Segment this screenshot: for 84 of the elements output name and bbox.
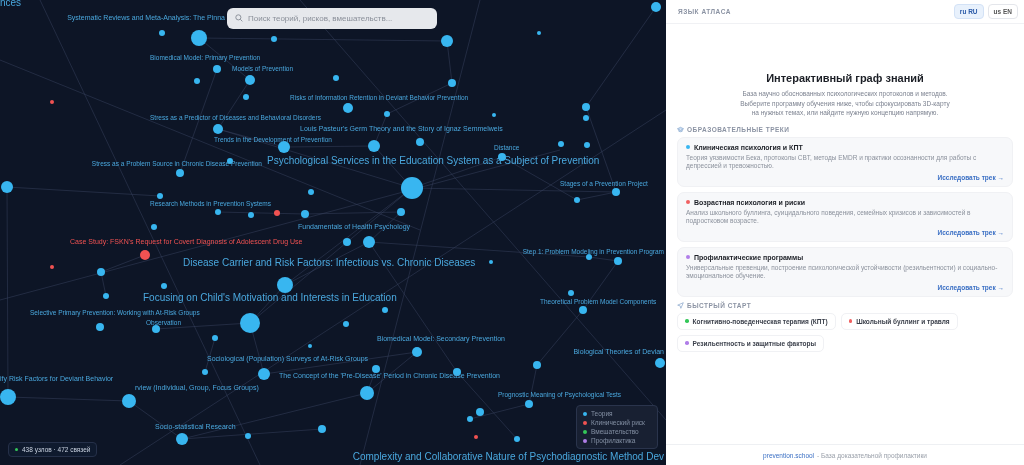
graph-node[interactable]	[212, 335, 218, 341]
graph-node[interactable]	[103, 293, 109, 299]
graph-node[interactable]	[343, 103, 353, 113]
graph-node[interactable]	[397, 208, 405, 216]
graph-node[interactable]	[412, 347, 422, 357]
graph-node[interactable]	[271, 36, 277, 42]
graduation-cap-icon	[677, 125, 684, 133]
graph-node[interactable]	[97, 268, 105, 276]
graph-node[interactable]	[514, 436, 520, 442]
node-label[interactable]: Disease Carrier and Risk Factors: Infectious vs. Chronic Diseases	[183, 257, 476, 269]
node-label[interactable]: nces	[0, 0, 22, 9]
graph-node[interactable]	[194, 78, 200, 84]
graph-node[interactable]	[308, 344, 312, 348]
graph-node[interactable]	[343, 321, 349, 327]
graph-node[interactable]	[586, 254, 592, 260]
graph-node[interactable]	[333, 75, 339, 81]
graph-node[interactable]	[476, 408, 484, 416]
graph-node[interactable]	[579, 306, 587, 314]
graph-node[interactable]	[584, 142, 590, 148]
graph-node[interactable]	[384, 111, 390, 117]
graph-node[interactable]	[248, 212, 254, 218]
node-label[interactable]: Complexity and Collaborative Nature of Psychodiagnostic Method Dev	[352, 451, 664, 463]
graph-node[interactable]	[492, 113, 496, 117]
graph-node[interactable]	[568, 290, 574, 296]
graph-node[interactable]	[360, 386, 374, 400]
status-dot-icon	[15, 448, 18, 451]
graph-node[interactable]	[582, 103, 590, 111]
graph-node[interactable]	[448, 79, 456, 87]
graph-node[interactable]	[274, 210, 280, 216]
graph-node[interactable]	[159, 30, 165, 36]
graph-node[interactable]	[96, 323, 104, 331]
graph-node[interactable]	[533, 361, 541, 369]
graph-node[interactable]	[50, 265, 54, 269]
graph-node[interactable]	[215, 209, 221, 215]
graph-node[interactable]	[245, 75, 255, 85]
search-field[interactable]: Поиск теорий, рисков, вмешательств...	[227, 8, 437, 29]
graph-node[interactable]	[1, 181, 13, 193]
graph-node[interactable]	[651, 2, 661, 12]
graph-node[interactable]	[176, 169, 184, 177]
graph-node[interactable]	[301, 210, 309, 218]
graph-node[interactable]	[343, 238, 351, 246]
graph-node[interactable]	[655, 358, 665, 368]
graph-node[interactable]	[537, 31, 541, 35]
graph-node[interactable]	[140, 250, 150, 260]
graph-node[interactable]	[213, 124, 223, 134]
graph-node[interactable]	[614, 257, 622, 265]
graph-node[interactable]	[363, 236, 375, 248]
graph-node[interactable]	[122, 394, 136, 408]
graph-node[interactable]	[0, 389, 16, 405]
graph-node[interactable]	[202, 369, 208, 375]
graph-node[interactable]	[151, 224, 157, 230]
graph-node[interactable]	[176, 433, 188, 445]
graph-node[interactable]	[382, 307, 388, 313]
graph-node[interactable]	[368, 140, 380, 152]
graph-node[interactable]	[583, 115, 589, 121]
graph-node[interactable]	[474, 435, 478, 439]
graph-node[interactable]	[416, 138, 424, 146]
graph-node[interactable]	[50, 100, 54, 104]
graph-node[interactable]	[161, 283, 167, 289]
graph-node[interactable]	[308, 189, 314, 195]
graph-node[interactable]	[574, 197, 580, 203]
graph-node[interactable]	[441, 35, 453, 47]
graph-node[interactable]	[318, 425, 326, 433]
graph-node[interactable]	[243, 94, 249, 100]
graph-node[interactable]	[401, 177, 423, 199]
graph-node[interactable]	[240, 313, 260, 333]
graph-node[interactable]	[258, 368, 270, 380]
graph-node[interactable]	[525, 400, 533, 408]
graph-node[interactable]	[467, 416, 473, 422]
node-label[interactable]: Focusing on Child's Motivation and Interests in Education	[143, 292, 397, 304]
graph-node[interactable]	[191, 30, 207, 46]
graph-node[interactable]	[277, 277, 293, 293]
graph-node[interactable]	[612, 188, 620, 196]
graph-node[interactable]	[152, 325, 160, 333]
graph-node[interactable]	[558, 141, 564, 147]
graph-node[interactable]	[245, 433, 251, 439]
search-icon	[235, 13, 243, 22]
panel-title: Интерактивный граф знаний	[765, 72, 925, 84]
graph-node[interactable]	[227, 158, 233, 164]
graph-node[interactable]	[489, 260, 493, 264]
graph-node[interactable]	[213, 65, 221, 73]
graph-node[interactable]	[157, 193, 163, 199]
send-icon	[677, 301, 684, 309]
graph-node[interactable]	[372, 365, 380, 373]
